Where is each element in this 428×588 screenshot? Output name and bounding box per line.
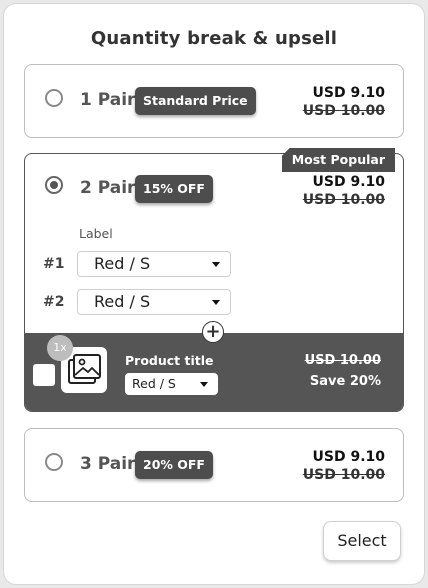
- option-3-radio[interactable]: [45, 453, 63, 471]
- variant-select-1-value: Red / S: [94, 254, 151, 273]
- upsell-variant-select[interactable]: Red / S: [125, 373, 218, 395]
- option-3-qty: 3 Pair: [80, 454, 136, 474]
- most-popular-ribbon: Most Popular: [281, 148, 395, 172]
- variant-select-1[interactable]: Red / S: [77, 251, 231, 277]
- option-2-radio[interactable]: [45, 176, 63, 194]
- option-1-compare-price: USD 10.00: [302, 103, 385, 119]
- select-button[interactable]: Select: [323, 521, 401, 561]
- variant-select-2-value: Red / S: [94, 292, 151, 311]
- chevron-down-icon: [212, 262, 220, 267]
- widget-heading: Quantity break & upsell: [90, 28, 338, 49]
- option-3-pair[interactable]: 3 Pair 20% OFF USD 9.10 USD 10.00: [24, 428, 404, 502]
- quantity-badge: 1x: [47, 335, 73, 361]
- option-1-price: USD 9.10: [312, 85, 386, 101]
- option-2-pair[interactable]: Most Popular 2 Pair 15% OFF USD 9.10 USD…: [24, 148, 404, 412]
- variant-select-2[interactable]: Red / S: [77, 289, 231, 315]
- upsell-product-title: Product title: [125, 353, 214, 368]
- option-1-radio[interactable]: [45, 89, 63, 107]
- upsell-checkbox[interactable]: [33, 364, 55, 386]
- option-2-price: USD 9.10: [312, 174, 386, 190]
- option-1-pair[interactable]: 1 Pair Standard Price USD 9.10 USD 10.00: [24, 64, 404, 138]
- quantity-break-card: Quantity break & upsell 1 Pair Standard …: [4, 4, 424, 584]
- option-2-qty: 2 Pair: [80, 178, 136, 198]
- option-3-price: USD 9.10: [312, 449, 386, 465]
- variant-label: Label: [79, 226, 113, 241]
- option-2-tag: 15% OFF: [135, 175, 213, 203]
- option-1-qty: 1 Pair: [80, 90, 136, 110]
- upsell-compare-price: USD 10.00: [304, 353, 381, 368]
- upsell-save-text: Save 20%: [309, 374, 381, 389]
- upsell-variant-value: Red / S: [132, 376, 176, 391]
- variant-number-1: #1: [43, 256, 65, 272]
- option-3-compare-price: USD 10.00: [302, 467, 385, 483]
- option-3-tag: 20% OFF: [135, 451, 213, 479]
- option-2-compare-price: USD 10.00: [302, 192, 385, 208]
- chevron-down-icon: [200, 382, 208, 387]
- variant-number-2: #2: [43, 294, 65, 310]
- option-1-tag: Standard Price: [135, 87, 256, 115]
- plus-icon: +: [202, 321, 224, 343]
- upsell-product: + 1x Product title Red / S USD 10.00 Sav…: [25, 321, 403, 411]
- chevron-down-icon: [212, 300, 220, 305]
